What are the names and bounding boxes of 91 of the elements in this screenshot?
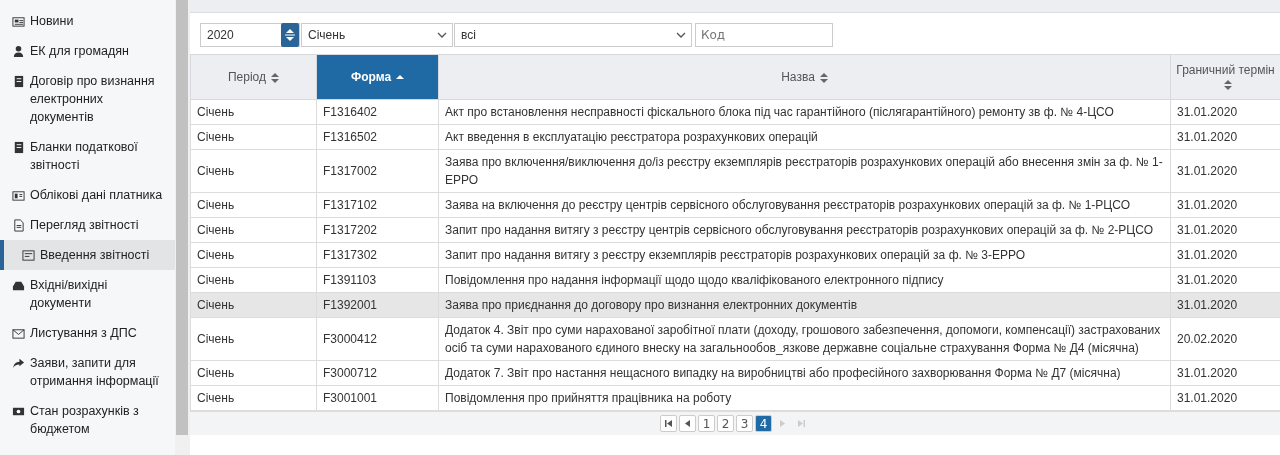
table-cell: Січень: [190, 360, 317, 386]
table-cell: F1391103: [316, 267, 439, 293]
table-cell: F3001001: [316, 385, 439, 411]
sidebar-item[interactable]: Листування з ДПС: [0, 318, 175, 348]
table-cell: Січень: [190, 149, 317, 193]
caret-icon: [676, 31, 686, 39]
table-row[interactable]: Січень F1316502 Акт введення в експлуатацію реєстратора розрахункових операцій 31.01.2020: [190, 124, 1280, 150]
table-cell: Запит про надання витягу з реєстру центрів сервісного обслуговування реєстраторів розрахункових операцій за ф. № 2-РЦСО: [438, 217, 1171, 243]
table-cell: Заява про приєднання до договору про визнання електронних документів: [438, 292, 1171, 318]
form-icon: [22, 249, 35, 262]
inbox-icon: [12, 279, 25, 292]
table-cell: F3000412: [316, 317, 439, 361]
table-cell: F1317202: [316, 217, 439, 243]
id-card-icon: [12, 189, 25, 202]
month-dropdown[interactable]: Січень: [301, 23, 453, 47]
sort-icon: [271, 72, 280, 83]
sidebar-item[interactable]: Перегляд звітності: [0, 210, 175, 240]
table-row[interactable]: Січень F3000712 Додаток 7. Звіт про настання нещасного випадку на виробництві або професійного захворювання Форма № Д7 (місячна) 31.01.2020: [190, 360, 1280, 386]
type-dropdown[interactable]: всі: [454, 23, 692, 47]
page-button[interactable]: 1: [698, 415, 715, 432]
book-icon: [12, 75, 25, 88]
table-row[interactable]: Січень F1316402 Акт про встановлення несправності фіскального блока під час гарантійного (післягарантійного) ремонту зв ф. № 4-ЦСО 31.01.2020: [190, 99, 1280, 125]
sidebar-item[interactable]: Облікові дані платника: [0, 180, 175, 210]
year-spinner[interactable]: 2020: [200, 23, 300, 47]
table-row[interactable]: Січень F1392001 Заява про приєднання до договору про визнання електронних документів 31.01.2020: [190, 292, 1280, 318]
sidebar-item[interactable]: Новини: [0, 6, 175, 36]
table-row[interactable]: Січень F1317102 Заява на включення до реєстру центрів сервісного обслуговування реєстраторів розрахункових операцій за ф. № 1-РЦСО 31.01.2020: [190, 192, 1280, 218]
table-cell: F3000712: [316, 360, 439, 386]
first-icon: [665, 420, 672, 427]
table-cell: Додаток 4. Звіт про суми нарахованої заробітної плати (доходу, грошового забезпечення, допомоги, компенсації) застрахованих осіб та суми нарахованого єдиного внеску на загальнообов_язкове державне соціальне страхування Форма № Д4 (місячна): [438, 317, 1171, 361]
sidebar-item[interactable]: ЕК для громадян: [0, 36, 175, 66]
column-header[interactable]: Період: [190, 54, 317, 100]
column-header[interactable]: Назва: [438, 54, 1171, 100]
table-row[interactable]: [190, 317, 1280, 361]
table-cell: F1392001: [316, 292, 439, 318]
column-header[interactable]: Форма: [316, 54, 439, 100]
page-button[interactable]: 3: [736, 415, 753, 432]
table-cell: Повідомлення про прийняття працівника на роботу: [438, 385, 1171, 411]
first-page-button[interactable]: [660, 415, 677, 432]
table-cell: Січень: [190, 385, 317, 411]
page-button[interactable]: 2: [717, 415, 734, 432]
share-arrow-icon: [12, 357, 25, 370]
table-cell: Січень: [190, 99, 317, 125]
banknote-icon: [12, 405, 25, 418]
table-cell: F1317002: [316, 149, 439, 193]
last-icon: [798, 420, 805, 427]
next-icon: [780, 420, 785, 427]
sidebar-item[interactable]: Стан розрахунків з бюджетом: [0, 396, 175, 444]
table-row[interactable]: Січень F1317202 Запит про надання витягу з реєстру центрів сервісного обслуговування реєстраторів розрахункових операцій за ф. № 2-РЦСО 31.01.2020: [190, 217, 1280, 243]
table-cell: F1317302: [316, 242, 439, 268]
table-cell: Акт введення в експлуатацію реєстратора розрахункових операцій: [438, 124, 1171, 150]
table-cell: Січень: [190, 267, 317, 293]
sidebar-item[interactable]: Введення звітності: [0, 240, 175, 270]
sidebar-item[interactable]: Договір про визнання електронних документів: [0, 66, 175, 132]
table-cell: Січень: [190, 242, 317, 268]
user-icon: [12, 45, 25, 58]
newspaper-icon: [12, 15, 25, 28]
table-cell: Запит про надання витягу з реєстру екземплярів реєстраторів розрахункових операцій за ф. № 3-ЕРРО: [438, 242, 1171, 268]
table-row[interactable]: Січень F1317002 Заява про включення/виключення до/із реєстру екземплярів реєстраторів розрахункових операцій або внесення змін за ф. № 1-ЕРРО 31.01.2020: [190, 149, 1280, 193]
table-cell: F1317102: [316, 192, 439, 218]
envelope-icon: [12, 327, 25, 340]
scrollbar-thumb[interactable]: [176, 0, 188, 435]
book-icon: [12, 141, 25, 154]
table-cell: Січень: [190, 217, 317, 243]
code-field[interactable]: Код: [695, 23, 833, 47]
table-row[interactable]: Січень F3001001 Повідомлення про прийняття працівника на роботу 31.01.2020: [190, 385, 1280, 411]
table-cell: Повідомлення про надання інформації щодо щодо кваліфікованого електронного підпису: [438, 267, 1171, 293]
table-cell: Заява про включення/виключення до/із реєстру екземплярів реєстраторів розрахункових операцій або внесення змін за ф. № 1-ЕРРО: [438, 149, 1171, 193]
table-row[interactable]: Січень F1317302 Запит про надання витягу з реєстру екземплярів реєстраторів розрахункових операцій за ф. № 3-ЕРРО 31.01.2020: [190, 242, 1280, 268]
sidebar-item[interactable]: Вхідні/вихідні документи: [0, 270, 175, 318]
table-cell: Січень: [190, 192, 317, 218]
sidebar-item[interactable]: Бланки податкової звітності: [0, 132, 175, 180]
column-header[interactable]: Граничний термін: [1170, 54, 1280, 100]
caret-icon: [437, 31, 447, 39]
previous-page-button[interactable]: [679, 415, 696, 432]
table-cell: Акт про встановлення несправності фіскального блока під час гарантійного (післягарантійного) ремонту зв ф. № 4-ЦСО: [438, 99, 1171, 125]
sort-icon: [1224, 79, 1232, 90]
table-row[interactable]: Січень F1391103 Повідомлення про надання інформації щодо щодо кваліфікованого електронного підпису 31.01.2020: [190, 267, 1280, 293]
table-cell: F1316402: [316, 99, 439, 125]
document-icon: [12, 219, 25, 232]
previous-icon: [685, 420, 690, 427]
table-cell: Січень: [190, 292, 317, 318]
spinner-arrows-icon: [285, 26, 295, 44]
table-cell: Додаток 7. Звіт про настання нещасного випадку на виробництві або професійного захворювання Форма № Д7 (місячна): [438, 360, 1171, 386]
table-cell: F1316502: [316, 124, 439, 150]
page-button[interactable]: 4: [755, 415, 772, 432]
table-cell: Січень: [190, 124, 317, 150]
table-cell: Січень: [190, 317, 317, 361]
sidebar-item[interactable]: Заяви, запити для отримання інформації: [0, 348, 175, 396]
table-cell: Заява на включення до реєстру центрів сервісного обслуговування реєстраторів розрахункових операцій за ф. № 1-РЦСО: [438, 192, 1171, 218]
sort-icon: [819, 72, 828, 83]
